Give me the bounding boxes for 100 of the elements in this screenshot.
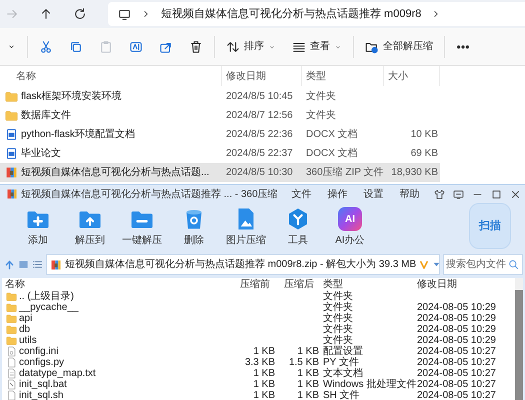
- column-header[interactable]: 压缩前: [232, 279, 276, 290]
- column-header[interactable]: 压缩后: [276, 279, 320, 290]
- forward-icon: [5, 7, 19, 21]
- file-row[interactable]: 数据库文件 2024/8/7 12:56 文件夹: [0, 106, 440, 125]
- batch-file-icon: [6, 379, 17, 390]
- original-size: 1 KB: [253, 379, 275, 390]
- original-size: 1 KB: [253, 346, 275, 357]
- menu-item[interactable]: 文件: [292, 186, 312, 202]
- file-row[interactable]: init_sql.sh 1 KB 1 KB SH 文件 2024-08-05 10:27: [2, 390, 515, 400]
- scrollbar-thumb[interactable]: [515, 290, 523, 400]
- file-row[interactable]: datatype_map.txt 1 KB 1 KB 文本文档 2024-08-05 10:27: [2, 368, 515, 379]
- settings-file-icon: [6, 346, 17, 357]
- original-size: 1 KB: [253, 390, 275, 400]
- toolbar-button[interactable]: 解压到: [64, 203, 116, 248]
- screen-icon[interactable]: [453, 188, 464, 200]
- sort-icon: [226, 40, 240, 54]
- file-name: utils: [19, 335, 37, 346]
- cut-icon: [39, 40, 53, 54]
- badge-text: AI: [345, 212, 355, 226]
- file-size: 18,930 KB: [391, 167, 438, 178]
- toolbar-button[interactable]: 删除: [168, 203, 220, 248]
- file-type: 文件夹: [323, 335, 353, 346]
- file-date: 2024/8/7 12:56: [225, 109, 294, 123]
- column-header[interactable]: 修改日期: [414, 279, 498, 290]
- column-header[interactable]: 类型: [320, 279, 414, 290]
- file-date: 2024-08-05 10:27: [417, 346, 496, 357]
- file-row[interactable]: .. (上级目录) 文件夹: [2, 291, 515, 302]
- toolbar-button[interactable]: 一键解压: [116, 203, 168, 248]
- archive-icon: [50, 258, 62, 270]
- rename-icon: [129, 40, 143, 54]
- toolbar-button[interactable]: 添加: [12, 203, 64, 248]
- file-type: 文件夹: [323, 291, 353, 302]
- file-row[interactable]: configs.py 3.3 KB 1.5 KB PY 文件 2024-08-05 10:27: [2, 357, 515, 368]
- file-name: 短视频自媒体信息可视化分析与热点话题...: [21, 166, 210, 180]
- sort-button[interactable]: 排序: [221, 34, 281, 60]
- compressed-size: 1 KB: [297, 379, 319, 390]
- column-header[interactable]: 名称: [0, 66, 222, 86]
- file-name: 数据库文件: [21, 108, 71, 123]
- file-type: PY 文件: [323, 357, 359, 368]
- file-date: 2024-08-05 10:29: [417, 335, 496, 346]
- file-row[interactable]: 毕业论文 2024/8/5 22:37 DOCX 文档 69 KB: [0, 144, 440, 163]
- document-icon: [5, 128, 18, 141]
- search-field[interactable]: 搜索包内文件: [443, 254, 523, 275]
- file-name: __pycache__: [19, 302, 78, 313]
- file-row[interactable]: 短视频自媒体信息可视化分析与热点话题... 2024/8/5 10:30 360压缩 ZIP 文件 18,930 KB: [0, 163, 440, 182]
- compressed-size: 1 KB: [297, 390, 319, 400]
- file-name: datatype_map.txt: [19, 368, 96, 379]
- file-row[interactable]: config.ini 1 KB 1 KB 配置设置 2024-08-05 10:27: [2, 346, 515, 357]
- toolbar-button[interactable]: AI AI办公: [324, 203, 376, 248]
- file-name: 毕业论文: [21, 146, 61, 161]
- toolbar-button[interactable]: 图片压缩: [220, 203, 272, 248]
- file-size: 10 KB: [410, 129, 438, 140]
- file-date: 2024-08-05 10:29: [417, 324, 496, 335]
- column-header[interactable]: 修改日期: [222, 66, 302, 86]
- copy-icon: [69, 40, 83, 54]
- column-header[interactable]: 类型: [302, 66, 384, 86]
- file-type: 文件夹: [323, 313, 353, 324]
- archive-icon: [6, 188, 18, 200]
- window-title: 短视频自媒体信息可视化分析与热点话题推荐 ... - 360压缩: [21, 188, 278, 202]
- trash-icon: [189, 40, 203, 54]
- search-icon[interactable]: [508, 259, 519, 270]
- file-type: Windows 批处理文件: [323, 379, 416, 390]
- file-row[interactable]: api 文件夹 2024-08-05 10:29: [2, 313, 515, 324]
- file-name: flask框架环境安装环境: [21, 90, 122, 104]
- file-type: 文件夹: [323, 324, 353, 335]
- monitor-icon: [118, 8, 131, 20]
- folder-extract-button[interactable]: 全部解压缩: [360, 34, 438, 60]
- menu-item[interactable]: 帮助: [400, 186, 420, 202]
- folder-icon: [6, 324, 17, 335]
- file-date: 2024-08-05 10:27: [417, 357, 496, 368]
- toolbar-button[interactable]: 工具: [272, 203, 324, 248]
- file-type: SH 文件: [323, 390, 360, 400]
- close-icon[interactable]: [510, 188, 521, 200]
- path-field[interactable]: 短视频自媒体信息可视化分析与热点话题推荐 m009r8.zip - 解包大小为 39.3 MB: [46, 254, 440, 275]
- file-row[interactable]: python-flask环境配置文档 2024/8/5 22:36 DOCX 文档 10 KB: [0, 125, 440, 144]
- maximize-icon[interactable]: [491, 188, 502, 200]
- file-row[interactable]: flask框架环境安装环境 2024/8/5 10:45 文件夹: [0, 87, 440, 106]
- column-header[interactable]: 大小: [384, 66, 440, 86]
- list-view-button[interactable]: 查看: [287, 34, 347, 60]
- address-bar[interactable]: 短视频自媒体信息可视化分析与热点话题推荐 m009r8: [108, 2, 525, 26]
- file-row[interactable]: __pycache__ 文件夹 2024-08-05 10:29: [2, 302, 515, 313]
- file-type: 配置设置: [323, 346, 363, 357]
- file-name: init_sql.sh: [19, 390, 64, 400]
- compressed-size: 1 KB: [297, 346, 319, 357]
- up-arrow-icon[interactable]: [4, 259, 15, 270]
- file-row[interactable]: init_sql.bat 1 KB 1 KB Windows 批处理文件2024-08-05 10:27: [2, 379, 515, 390]
- menu-item[interactable]: 设置: [364, 186, 384, 202]
- list-view-icon[interactable]: [32, 259, 43, 270]
- original-size: 3.3 KB: [244, 357, 275, 368]
- file-type: 360压缩 ZIP 文件: [305, 166, 384, 180]
- original-size: 1 KB: [253, 368, 275, 379]
- file-date: 2024-08-05 10:29: [417, 302, 496, 313]
- thumbnail-view-icon[interactable]: [18, 259, 29, 270]
- column-header[interactable]: 名称: [2, 279, 232, 290]
- dropdown-icon[interactable]: [432, 260, 442, 269]
- file-row[interactable]: utils 文件夹 2024-08-05 10:29: [2, 335, 515, 346]
- folder-icon: [6, 291, 17, 302]
- menu-item[interactable]: 操作: [328, 186, 348, 202]
- shirt-icon[interactable]: [434, 188, 445, 200]
- file-row[interactable]: db 文件夹 2024-08-05 10:29: [2, 324, 515, 335]
